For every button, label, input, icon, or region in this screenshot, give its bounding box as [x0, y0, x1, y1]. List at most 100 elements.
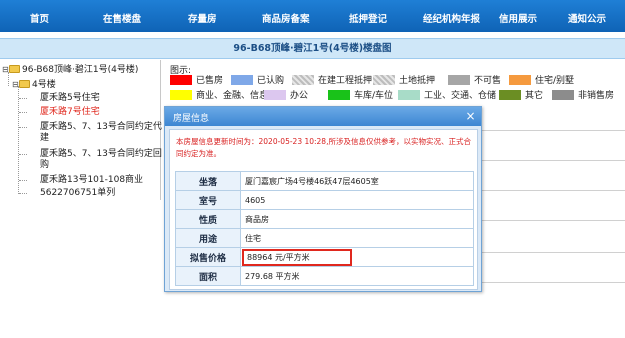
nav-credit-display[interactable]: 信用展示	[499, 11, 537, 25]
legend-item: 已认购	[231, 75, 284, 87]
tree-item[interactable]: 厦禾路5、7、13号合同约定回购	[40, 149, 162, 171]
dialog-body: 本房屋信息更新时间为：2020-05-23 10:28,所涉及信息仅供参考，以实…	[169, 129, 478, 290]
legend-item: 已售房	[170, 75, 223, 87]
house-info-table: 坐落 厦门嘉宸广场4号楼46跃47层4605室 室号 4605 性质 商品房 用…	[175, 171, 474, 286]
legend-label: 工业、交通、仓储	[424, 91, 497, 101]
legend-swatch	[552, 90, 574, 100]
legend-swatch	[231, 75, 253, 85]
field-value: 住宅	[240, 228, 474, 248]
legend-swatch	[170, 75, 192, 85]
price-cell: 88964 元/平方米	[240, 247, 474, 267]
tree-root-label: 96-B68顶峰·碧江1号(4号楼)	[22, 65, 139, 75]
field-value: 商品房	[240, 209, 474, 229]
legend-swatch	[448, 75, 470, 85]
legend-label: 办公	[290, 91, 309, 101]
grid-line	[480, 220, 625, 221]
field-value: 厦门嘉宸广场4号楼46跃47层4605室	[240, 171, 474, 191]
tree-building-label: 4号楼	[32, 80, 56, 90]
tree-connector	[19, 193, 27, 194]
grid-line	[480, 160, 625, 161]
field-label: 拟售价格	[175, 247, 241, 267]
legend-label: 住宅/别墅	[535, 76, 575, 86]
grid-line	[480, 252, 625, 253]
house-info-dialog: 房屋信息 × 本房屋信息更新时间为：2020-05-23 10:28,所涉及信息…	[164, 106, 482, 292]
legend-label: 已售房	[196, 76, 224, 86]
tree-connector	[19, 98, 27, 99]
legend-item: 住宅/别墅	[509, 75, 574, 87]
field-label: 室号	[175, 190, 241, 210]
collapse-icon[interactable]: ⊟	[12, 79, 19, 90]
legend-item: 土地抵押	[373, 75, 435, 87]
legend-item: 商业、金融、信息	[170, 90, 268, 102]
tree-item[interactable]: 5622706751单列	[40, 188, 115, 199]
field-label: 用途	[175, 228, 241, 248]
nav-on-sale[interactable]: 在售楼盘	[103, 11, 141, 25]
tree-item[interactable]: 厦禾路5、7、13号合同约定代建	[40, 122, 162, 144]
tree-connector	[19, 180, 27, 181]
legend-swatch	[398, 90, 420, 100]
tree-root-node[interactable]: ⊟ 96-B68顶峰·碧江1号(4号楼)	[2, 64, 138, 76]
legend-swatch	[170, 90, 192, 100]
dialog-title-bar[interactable]: 房屋信息 ×	[165, 107, 481, 126]
legend-swatch	[373, 75, 395, 85]
folder-open-icon	[19, 80, 30, 88]
field-value: 279.68 平方米	[240, 266, 474, 286]
folder-open-icon	[9, 65, 20, 73]
tree-building-node[interactable]: ⊟ 4号楼	[12, 79, 56, 91]
legend-item: 其它	[499, 90, 543, 102]
field-value: 4605	[240, 190, 474, 210]
table-row: 用途 住宅	[175, 228, 474, 248]
tree-connector	[18, 86, 19, 194]
grid-line	[480, 130, 625, 131]
legend-item: 在建工程抵押	[292, 75, 372, 87]
nav-existing-housing[interactable]: 存量房	[188, 11, 217, 25]
nav-agency-annual-report[interactable]: 经纪机构年报	[423, 11, 480, 25]
close-icon[interactable]: ×	[464, 110, 477, 123]
legend-item: 车库/车位	[328, 90, 393, 102]
nav-home[interactable]: 首页	[30, 11, 49, 25]
field-label: 坐落	[175, 171, 241, 191]
tree-item[interactable]: 厦禾路13号101-108商业	[40, 175, 143, 186]
building-tree: ⊟ 96-B68顶峰·碧江1号(4号楼) ⊟ 4号楼 厦禾路5号住宅 厦禾路7号住宅…	[2, 62, 162, 338]
field-label: 面积	[175, 266, 241, 286]
legend-label: 已认购	[257, 76, 285, 86]
legend-label: 不可售	[474, 76, 502, 86]
grid-line	[480, 190, 625, 191]
legend-label: 土地抵押	[399, 76, 436, 86]
legend-item: 工业、交通、仓储	[398, 90, 496, 102]
table-row: 拟售价格 88964 元/平方米	[175, 247, 474, 267]
nav-commodity-filing[interactable]: 商品房备案	[262, 11, 310, 25]
dialog-title: 房屋信息	[173, 114, 210, 124]
legend-swatch	[328, 90, 350, 100]
legend-label: 在建工程抵押	[318, 76, 373, 86]
grid-line	[480, 282, 625, 283]
legend-label: 非销售房	[578, 91, 615, 101]
price-highlight: 88964 元/平方米	[242, 248, 352, 266]
legend-item: 不可售	[448, 75, 501, 87]
nav-notice[interactable]: 通知公示	[568, 11, 606, 25]
legend-swatch	[509, 75, 531, 85]
table-row: 面积 279.68 平方米	[175, 266, 474, 286]
table-row: 性质 商品房	[175, 209, 474, 229]
tree-item[interactable]: 厦禾路5号住宅	[40, 93, 100, 104]
table-row: 室号 4605	[175, 190, 474, 210]
collapse-icon[interactable]: ⊟	[2, 64, 9, 75]
field-label: 性质	[175, 209, 241, 229]
legend-label: 商业、金融、信息	[196, 91, 269, 101]
legend-label: 车库/车位	[354, 91, 394, 101]
legend-swatch	[264, 90, 286, 100]
tree-connector	[19, 154, 27, 155]
table-row: 坐落 厦门嘉宸广场4号楼46跃47层4605室	[175, 171, 474, 191]
tree-connector	[19, 112, 27, 113]
legend-swatch	[292, 75, 314, 85]
legend-item: 非销售房	[552, 90, 614, 102]
nav-mortgage-registration[interactable]: 抵押登记	[349, 11, 387, 25]
legend-label: 其它	[525, 91, 544, 101]
legend-swatch	[499, 90, 521, 100]
tree-connector	[19, 127, 27, 128]
update-notice: 本房屋信息更新时间为：2020-05-23 10:28,所涉及信息仅供参考，以实…	[176, 137, 471, 158]
legend-item: 办公	[264, 90, 308, 102]
page-title: 96-B68顶峰·碧江1号(4号楼)楼盘图	[0, 38, 625, 59]
tree-item-selected[interactable]: 厦禾路7号住宅	[40, 107, 100, 118]
top-navigation-bar: 首页 在售楼盘 存量房 商品房备案 抵押登记 经纪机构年报 信用展示 通知公示	[0, 0, 625, 32]
